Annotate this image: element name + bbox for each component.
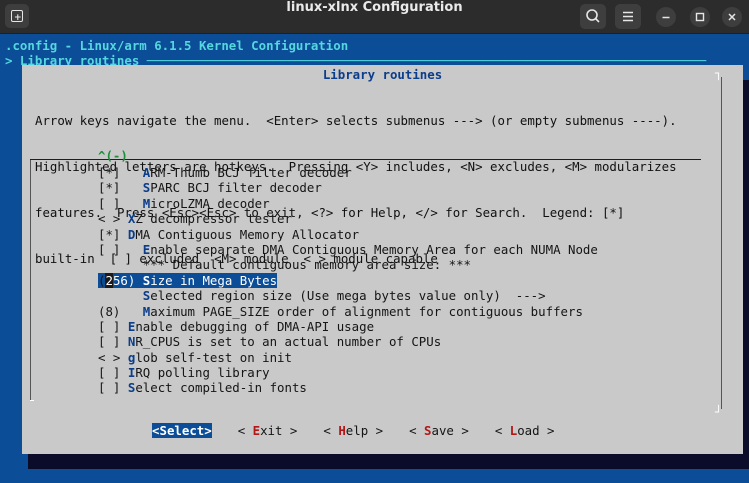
menu-item-label: MicroLZMA decoder [142, 195, 270, 211]
menu-item[interactable]: Selected region size (Use mega bytes val… [98, 288, 598, 303]
menu-item-hotkey: X [127, 211, 136, 227]
dialog-button-exit[interactable]: < Exit > [238, 423, 298, 438]
menu-item-hotkey: S [142, 288, 151, 304]
menu-item[interactable]: [*] DMA Contiguous Memory Allocator [98, 227, 598, 242]
menu-item-prefix [98, 288, 143, 303]
menuconfig-dialog: Library routines Arrow keys navigate the… [22, 65, 743, 454]
menu-list: [*] ARM-Thumb BCJ filter decoder [*] SPAR… [98, 165, 598, 396]
menu-item-hotkey: I [127, 365, 136, 381]
menu-bottom-border [30, 400, 34, 401]
menu-item-prefix: [ ] [98, 380, 128, 396]
menu-item[interactable]: < > XZ decompressor tester [98, 211, 598, 226]
search-button[interactable] [580, 4, 606, 29]
menu-item-prefix: (8) [98, 303, 143, 319]
menu-item-label: Maximum PAGE_SIZE order of alignment for… [142, 303, 583, 319]
menu-item-prefix [98, 257, 143, 272]
minimize-icon [662, 16, 670, 19]
maximize-button[interactable] [690, 7, 710, 27]
menu-item-label: ARM-Thumb BCJ filter decoder [142, 165, 352, 180]
menu-item-label: SPARC BCJ filter decoder [142, 180, 322, 196]
menu-item[interactable]: *** Default contiguous memory area size:… [98, 257, 598, 272]
menu-item-hotkey: S [142, 180, 151, 196]
button-hotkey: S [159, 423, 167, 438]
window-titlebar: + linux-xlnx Configuration [0, 0, 749, 34]
menu-item-prefix: [*] [98, 226, 128, 242]
scroll-more-indicator: ^(-) [98, 148, 128, 163]
menu-item[interactable]: [ ] IRQ polling library [98, 365, 598, 380]
menu-item[interactable]: (256) Size in Mega Bytes [98, 272, 598, 288]
menu-item-label: *** Default contiguous memory area size:… [142, 257, 471, 273]
dialog-button-load[interactable]: < Load > [495, 423, 555, 438]
menu-item-label: NR_CPUS is set to an actual number of CP… [127, 334, 442, 350]
dialog-button-save[interactable]: < Save > [409, 423, 469, 438]
close-icon [728, 13, 736, 21]
dialog-button-select[interactable]: <Select> [152, 423, 212, 438]
menu-item-hotkey: g [127, 349, 136, 365]
menu-item-prefix: [ ] [98, 195, 143, 211]
help-line: Arrow keys navigate the menu. <Enter> se… [35, 112, 677, 128]
button-hotkey: E [252, 423, 261, 438]
menu-item-prefix: < > [98, 211, 128, 227]
menu-item-label: DMA Contiguous Memory Allocator [127, 226, 360, 242]
dialog-buttons: <Select> < Exit > < Help > < Save > < Load > [152, 423, 581, 438]
menu-item-label: Selected region size (Use mega bytes val… [142, 288, 546, 304]
menu-item-prefix: [*] [98, 180, 143, 196]
menu-item-label: Enable separate DMA Contiguous Memory Ar… [142, 241, 598, 257]
dialog-button-help[interactable]: < Help > [323, 423, 383, 438]
menu-item-hotkey: E [142, 241, 151, 257]
menu-item-hotkey: M [142, 303, 151, 319]
hamburger-menu-icon [623, 11, 633, 22]
menu-item-hotkey: A [142, 165, 151, 180]
menu-item-label: (256) Size in Mega Bytes [98, 272, 278, 288]
menu-item-prefix: < > [98, 349, 128, 365]
menu-item[interactable]: [ ] Enable separate DMA Contiguous Memor… [98, 242, 598, 257]
menu-item-hotkey: S [142, 272, 151, 288]
minimize-button[interactable] [656, 7, 676, 27]
menu-item-prefix: [ ] [98, 241, 143, 257]
menu-item-label: XZ decompressor tester [127, 211, 292, 227]
menu-item[interactable]: (8) Maximum PAGE_SIZE order of alignment… [98, 304, 598, 319]
menu-item[interactable]: [ ] MicroLZMA decoder [98, 196, 598, 211]
menu-item-label: glob self-test on init [127, 349, 292, 365]
menu-item-prefix: [ ] [98, 318, 128, 334]
menu-item-hotkey: N [127, 334, 136, 350]
config-path-header: .config - Linux/arm 6.1.5 Kernel Configu… [5, 38, 349, 53]
menu-item[interactable]: [ ] NR_CPUS is set to an actual number o… [98, 334, 598, 349]
menu-item-prefix: [ ] [98, 334, 128, 350]
maximize-icon [695, 12, 705, 22]
menu-item[interactable]: [*] ARM-Thumb BCJ filter decoder [98, 165, 598, 180]
menu-left-border [30, 160, 31, 400]
menu-item[interactable]: < > glob self-test on init [98, 350, 598, 365]
search-icon [586, 9, 600, 23]
button-hotkey: L [509, 423, 518, 438]
menu-top-border [30, 159, 701, 160]
button-hotkey: S [424, 423, 432, 438]
dialog-title: Library routines [322, 67, 443, 82]
menu-item-hotkey: M [142, 195, 151, 211]
close-button[interactable] [722, 7, 742, 27]
menu-item-label: Enable debugging of DMA-API usage [127, 318, 375, 334]
menu-item-prefix: [ ] [98, 365, 128, 381]
menu-item-label: IRQ polling library [127, 365, 270, 381]
menu-button[interactable] [615, 4, 641, 29]
dialog-right-border [721, 77, 722, 409]
menu-item-hotkey: S [127, 380, 136, 396]
menu-item-hotkey: D [127, 226, 136, 242]
menu-item[interactable]: [*] SPARC BCJ filter decoder [98, 180, 598, 195]
button-hotkey: H [338, 423, 346, 438]
menu-item-hotkey: E [127, 318, 136, 334]
menu-item[interactable]: [ ] Select compiled-in fonts [98, 380, 598, 395]
menu-item-prefix: [*] [98, 165, 143, 180]
menu-item-label: Select compiled-in fonts [127, 380, 307, 396]
menu-item[interactable]: [ ] Enable debugging of DMA-API usage [98, 319, 598, 334]
